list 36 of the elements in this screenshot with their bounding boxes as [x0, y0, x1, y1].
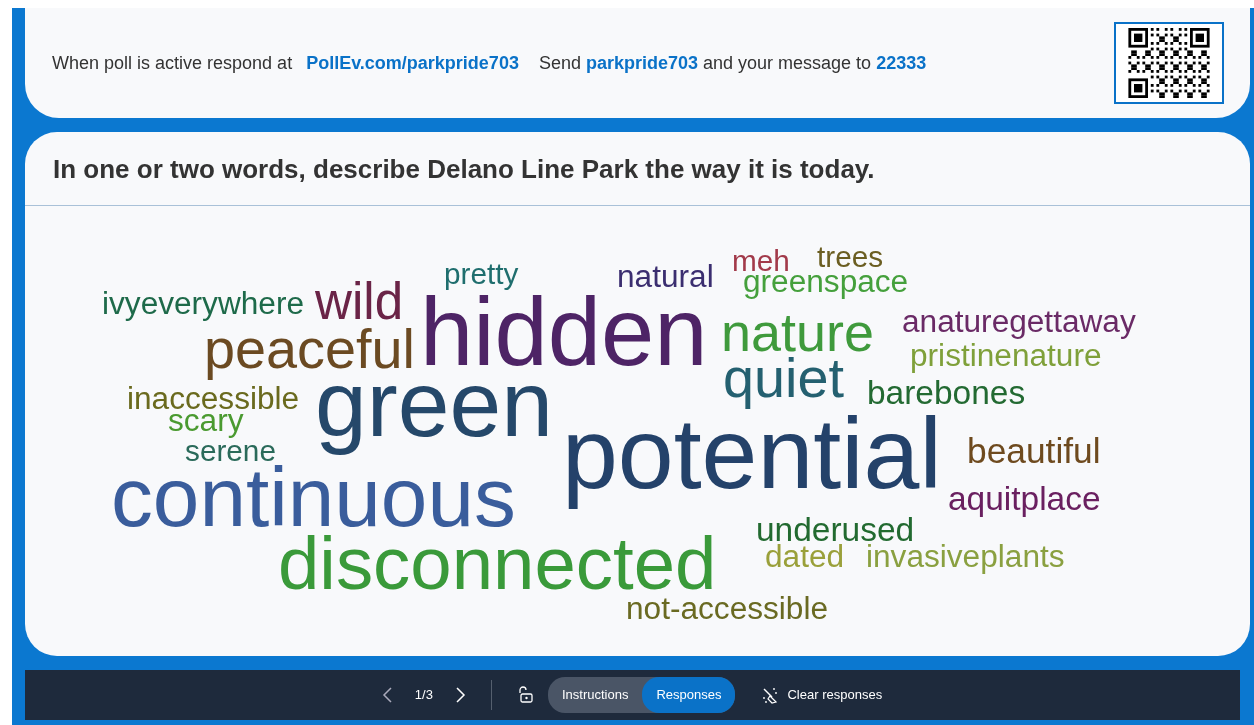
- view-tab[interactable]: Responses: [642, 677, 736, 713]
- cloud-word: serene: [185, 444, 276, 463]
- cloud-word: pretty: [444, 261, 519, 291]
- cloud-word: dated: [765, 544, 845, 570]
- poll-link[interactable]: PollEv.com/parkpride703: [306, 49, 519, 77]
- cloud-word: ivyeverywhere: [102, 291, 305, 323]
- cloud-word: continuous: [111, 464, 516, 530]
- page-counter: 1/3: [413, 686, 434, 705]
- cloud-word: greenspace: [743, 274, 909, 300]
- broom-icon: [761, 686, 780, 704]
- question-title: In one or two words, describe Delano Line Park the way it is today.: [25, 132, 1250, 207]
- cloud-word: trees: [817, 244, 884, 269]
- cloud-word: quiet: [723, 355, 844, 410]
- cloud-word: pristinenature: [910, 343, 1102, 375]
- cloud-word: nature: [721, 310, 874, 353]
- cloud-word: meh: [732, 248, 790, 273]
- cloud-word: disconnected: [278, 534, 717, 593]
- cloud-word: anaturegettaway: [902, 309, 1136, 341]
- cloud-word: beautiful: [967, 436, 1101, 465]
- cloud-word: green: [315, 386, 553, 459]
- instruction-text: When poll is active respond at: [52, 51, 293, 75]
- cloud-word: peaceful: [204, 326, 415, 381]
- cloud-word: inaccessible: [127, 386, 300, 412]
- view-tab[interactable]: Instructions: [547, 677, 643, 713]
- cloud-word: barebones: [867, 379, 1026, 406]
- cloud-word: aquitplace: [948, 485, 1101, 518]
- cloud-word: not-accessible: [626, 596, 829, 622]
- cloud-word: invasiveplants: [866, 544, 1065, 576]
- sms-instruction-text: Send parkpride703 and your message to 22333: [538, 51, 927, 75]
- clear-responses-button[interactable]: Clear responses: [755, 684, 889, 706]
- cloud-word: wild: [315, 280, 404, 321]
- cloud-word: scary: [168, 413, 244, 439]
- cloud-word: natural: [617, 264, 714, 290]
- cloud-word: underused: [756, 516, 915, 543]
- cloud-word: potential: [562, 412, 942, 511]
- cloud-word: hidden: [420, 293, 708, 369]
